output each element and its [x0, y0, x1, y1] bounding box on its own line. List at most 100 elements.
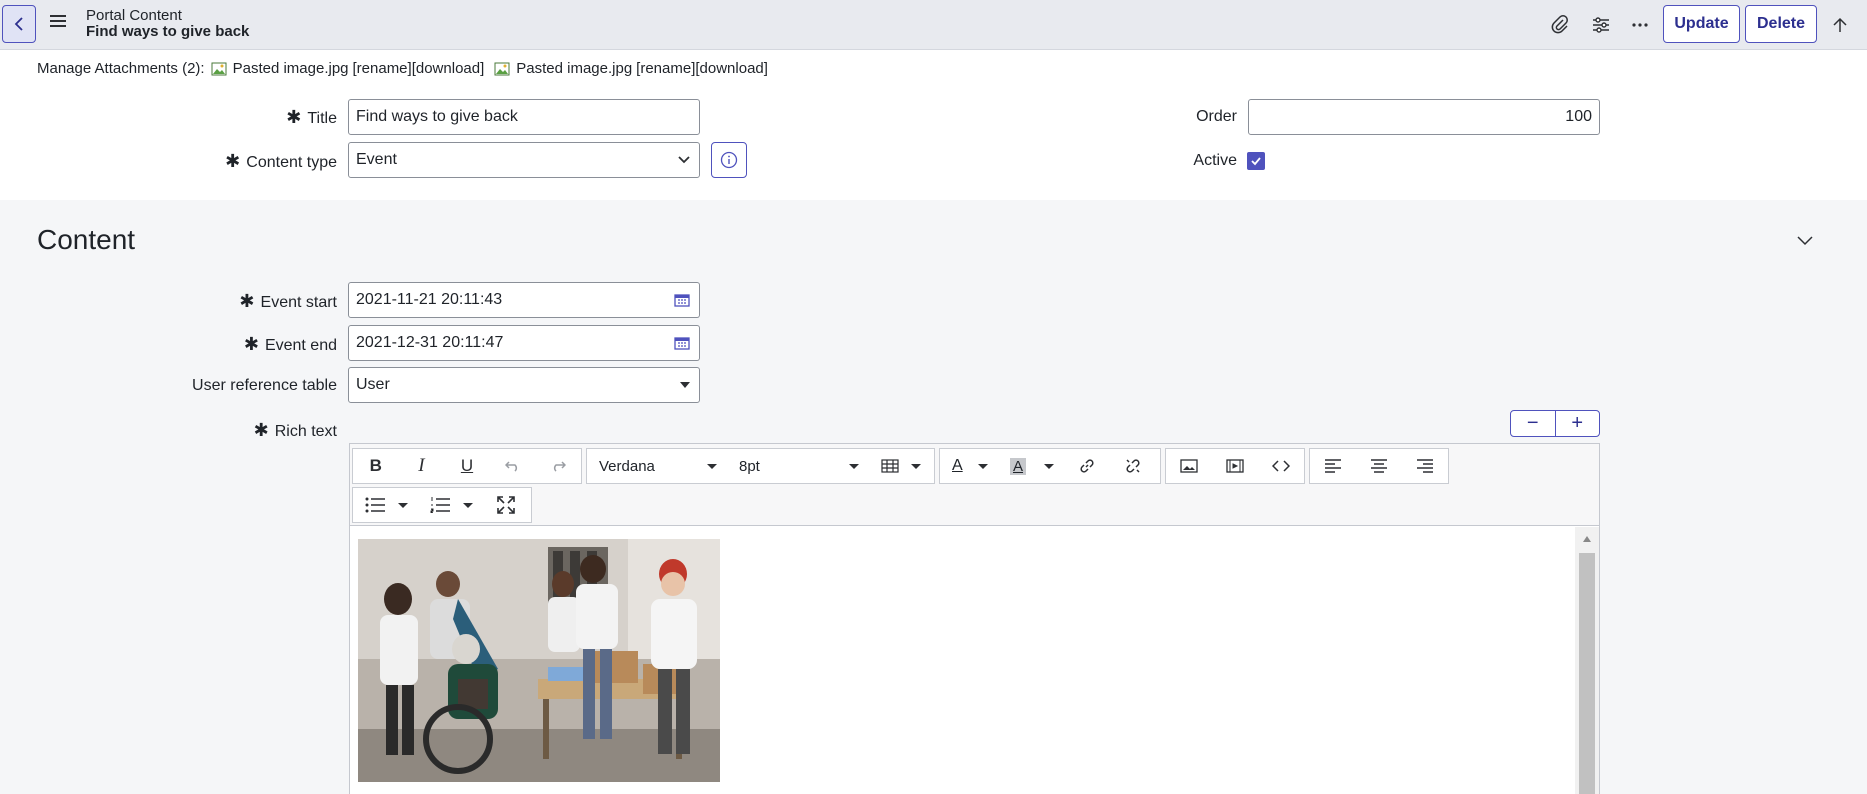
event-end-label: ✱ Event end: [243, 334, 337, 354]
toolbar-group-color-link: A A: [939, 448, 1161, 484]
attachment-1-rename[interactable]: [rename]: [353, 60, 412, 77]
scroll-thumb[interactable]: [1579, 553, 1595, 794]
user-reference-table-label: User reference table: [192, 377, 337, 394]
title-input[interactable]: Find ways to give back: [348, 99, 700, 135]
caret-down-icon: [707, 463, 717, 469]
caret-down-icon: [978, 463, 988, 469]
toolbar-group-media: [1165, 448, 1305, 484]
caret-down-icon: [911, 463, 921, 469]
more-options-icon[interactable]: [1628, 13, 1652, 37]
attachments-bar: Manage Attachments (2): Pasted image.jpg…: [37, 60, 768, 77]
attachment-1-name[interactable]: Pasted image.jpg: [233, 60, 349, 77]
active-checkbox[interactable]: [1247, 152, 1265, 170]
required-marker: ✱: [253, 420, 269, 440]
title-label: ✱ Title: [286, 107, 337, 127]
content-type-select[interactable]: Event: [348, 142, 700, 178]
info-button[interactable]: [711, 142, 747, 178]
bullet-list-button[interactable]: [353, 488, 418, 522]
bold-icon[interactable]: B: [353, 449, 399, 483]
font-size-select[interactable]: 8pt: [727, 449, 869, 483]
event-end-input[interactable]: 2021-12-31 20:11:47: [348, 325, 665, 361]
caret-down-icon: [398, 502, 408, 508]
text-color-icon: A: [952, 457, 963, 474]
active-label: Active: [1193, 152, 1237, 169]
arrow-up-icon[interactable]: [1828, 13, 1852, 37]
record-title: Find ways to give back: [86, 23, 250, 40]
chevron-left-icon: [14, 17, 23, 31]
align-left-icon[interactable]: [1310, 449, 1356, 483]
caret-down-icon: [1044, 463, 1054, 469]
calendar-icon: [673, 294, 690, 307]
bullet-list-icon: [365, 497, 385, 513]
fullscreen-icon[interactable]: [483, 488, 529, 522]
insert-video-icon[interactable]: [1212, 449, 1258, 483]
order-input[interactable]: 100: [1248, 99, 1600, 135]
menu-icon[interactable]: [50, 15, 66, 29]
caret-down-icon: [463, 502, 473, 508]
undo-icon[interactable]: [490, 449, 536, 483]
attachment-2-name[interactable]: Pasted image.jpg: [516, 60, 632, 77]
align-right-icon[interactable]: [1402, 449, 1448, 483]
required-marker: ✱: [239, 291, 255, 311]
attachment-2-download[interactable]: [download]: [695, 60, 768, 77]
caret-down-icon: [849, 463, 859, 469]
section-heading: Content: [37, 224, 136, 255]
background-color-button[interactable]: A: [998, 449, 1064, 483]
source-code-icon[interactable]: [1258, 449, 1304, 483]
settings-sliders-icon[interactable]: [1589, 13, 1613, 37]
attachments-label: Manage Attachments (2):: [37, 60, 205, 77]
content-type-label: ✱ Content type: [225, 151, 337, 171]
delete-button[interactable]: Delete: [1745, 5, 1817, 43]
editor-toolbar: B I U Verdana 8pt A A: [350, 444, 1599, 526]
event-start-label: ✱ Event start: [239, 291, 337, 311]
image-file-icon: [494, 62, 510, 75]
font-family-select[interactable]: Verdana: [587, 449, 727, 483]
event-start-calendar-button[interactable]: [664, 282, 700, 318]
breadcrumb: Portal Content: [86, 7, 182, 24]
update-button[interactable]: Update: [1663, 5, 1740, 43]
user-reference-table-select[interactable]: User: [348, 367, 700, 403]
table-insert-button[interactable]: [869, 449, 931, 483]
header-title: Portal Content Find ways to give back: [86, 8, 249, 40]
link-icon[interactable]: [1064, 449, 1110, 483]
toolbar-group-format: B I U: [352, 448, 582, 484]
toolbar-group-font: Verdana 8pt: [586, 448, 935, 484]
italic-icon[interactable]: I: [399, 449, 445, 483]
text-color-button[interactable]: A: [940, 449, 998, 483]
highlight-color-icon: A: [1010, 457, 1027, 475]
required-marker: ✱: [286, 107, 302, 127]
scroll-up-icon[interactable]: [1582, 535, 1592, 543]
attachment-1-download[interactable]: [download]: [412, 60, 485, 77]
unlink-icon[interactable]: [1110, 449, 1156, 483]
numbered-list-button[interactable]: [418, 488, 483, 522]
editor-scrollbar[interactable]: [1575, 527, 1599, 794]
required-marker: ✱: [225, 151, 241, 171]
attachment-2-rename[interactable]: [rename]: [636, 60, 695, 77]
table-icon: [881, 459, 899, 473]
insert-image-icon[interactable]: [1166, 449, 1212, 483]
event-end-calendar-button[interactable]: [664, 325, 700, 361]
chevron-down-icon[interactable]: [1796, 233, 1814, 247]
expand-editor-button[interactable]: +: [1554, 411, 1600, 436]
editor-content-area[interactable]: [350, 527, 1599, 794]
toolbar-group-lists: [352, 487, 532, 523]
toolbar-group-align: [1309, 448, 1449, 484]
form-header: Portal Content Find ways to give back Up…: [0, 0, 1867, 50]
rich-text-editor: B I U Verdana 8pt A A: [349, 443, 1600, 794]
underline-icon[interactable]: U: [444, 449, 490, 483]
back-button[interactable]: [2, 5, 36, 43]
align-center-icon[interactable]: [1356, 449, 1402, 483]
volunteers-photo[interactable]: [358, 539, 720, 782]
paperclip-icon[interactable]: [1548, 13, 1572, 37]
required-marker: ✱: [243, 334, 259, 354]
info-icon: [720, 151, 738, 169]
image-file-icon: [211, 62, 227, 75]
calendar-icon: [673, 337, 690, 350]
numbered-list-icon: [430, 497, 450, 513]
caret-down-icon: [680, 382, 690, 388]
chevron-down-icon: [678, 156, 690, 164]
shrink-editor-button[interactable]: −: [1511, 411, 1555, 436]
checkmark-icon: [1251, 157, 1261, 166]
redo-icon[interactable]: [535, 449, 581, 483]
event-start-input[interactable]: 2021-11-21 20:11:43: [348, 282, 665, 318]
